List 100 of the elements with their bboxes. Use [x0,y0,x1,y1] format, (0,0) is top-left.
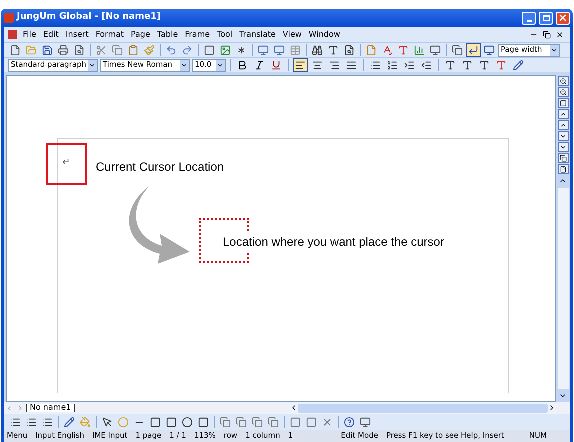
minimize-button[interactable] [522,12,536,24]
side-button[interactable] [558,76,568,86]
menu-item[interactable]: Page [128,30,154,38]
window-icon [452,44,463,56]
print-icon [58,44,69,56]
side-tool-icon [560,78,566,84]
toolbar-button[interactable] [180,415,195,429]
monitor-icon [360,416,371,428]
align-icon [290,416,301,428]
toolbar-button[interactable] [310,43,325,57]
side-button[interactable] [558,98,568,108]
return-mark-icon [468,44,479,56]
cut-icon [96,44,107,56]
target-location-label: Location where you want place the cursor [223,233,444,251]
letter-icon [398,44,409,56]
chart-icon [414,44,425,56]
outdent-icon [421,60,432,70]
toolbar-button[interactable] [293,58,308,72]
save-icon [42,44,53,56]
align-icon [306,416,317,428]
arrange-icon [268,416,279,428]
menu-item[interactable]: Translate [236,30,279,38]
menu-item[interactable]: View [280,30,305,38]
rectangle-icon [150,416,161,428]
side-button[interactable] [558,109,568,119]
arrange-icon [236,416,247,428]
scroll-down-icon [559,392,567,400]
side-button[interactable] [558,131,568,141]
close-icon [558,13,568,23]
page-icon [10,44,21,56]
scroll-up-icon [559,177,567,185]
toolbar-button[interactable] [450,43,465,57]
monitor-icon [430,44,441,56]
spellcheck-icon [382,44,393,56]
note-icon [366,44,377,56]
window-icon [258,44,269,56]
menu-item[interactable]: Insert [62,30,92,38]
side-tool-icon [560,88,566,96]
screen-icon [484,44,495,56]
underline-icon [271,60,282,70]
align-center-icon [312,60,323,70]
text-icon [328,44,339,56]
undo-icon [166,44,177,56]
toolbar-button[interactable] [40,43,55,57]
side-tool-icon [560,166,566,172]
toolbar-button[interactable] [148,415,163,429]
paste-icon [128,44,139,56]
maximize-button[interactable] [539,12,553,24]
scroll-right-icon[interactable] [548,404,556,412]
toolbar-button[interactable] [482,43,497,57]
side-button[interactable] [558,153,568,163]
lines-icon [10,416,21,428]
arrange-icon [220,416,231,428]
toolbar-button[interactable] [342,415,357,429]
help-icon [344,416,355,428]
justify-icon [346,60,357,70]
window-title: JungUm Global - [No name1] [17,11,161,24]
window-icon [274,44,285,56]
delete-icon [322,416,333,428]
menu-item[interactable]: File [20,30,40,38]
lines-icon [26,416,37,428]
indent-icon [404,60,415,70]
menu-item[interactable]: Edit [40,30,62,38]
toolbar-button[interactable] [511,58,526,72]
copy-icon [112,44,123,56]
table-icon [290,44,301,56]
lines-icon [42,416,53,428]
toolbar-button[interactable] [428,43,443,57]
pointer-icon [102,416,113,428]
restore-button[interactable] [541,30,553,38]
menu-item[interactable]: Tool [214,30,236,38]
ellipse-icon [182,416,193,428]
redo-icon [182,44,193,56]
menu-item[interactable]: Frame [182,30,214,38]
shapes-icon [118,416,129,428]
pen-icon [64,416,75,428]
toolbar-button[interactable] [62,415,77,429]
side-button[interactable] [558,164,568,174]
toolbar-button[interactable] [164,415,179,429]
align-right-icon [329,60,340,70]
right-icon [17,404,24,412]
side-button[interactable] [558,120,568,130]
document-tab[interactable]: No name1 [26,404,76,412]
toolbar-button[interactable] [56,43,71,57]
app-logo-icon [4,13,14,23]
bold-icon [237,60,248,70]
close-button[interactable] [556,12,570,24]
left-icon [6,404,13,412]
menu-item[interactable]: Format [92,30,128,38]
toolbar-button[interactable] [196,415,211,429]
picture-icon [220,44,231,56]
side-button[interactable] [558,87,568,97]
toolbar-button[interactable] [358,415,373,429]
toolbar-button[interactable] [466,43,481,57]
menu-item[interactable]: Table [154,30,182,38]
side-button[interactable] [558,142,568,152]
symbol-icon [236,44,247,56]
menu-item[interactable]: Window [306,30,344,38]
scrollbar-thumb[interactable] [298,404,548,412]
toolbar-button[interactable] [202,43,217,57]
